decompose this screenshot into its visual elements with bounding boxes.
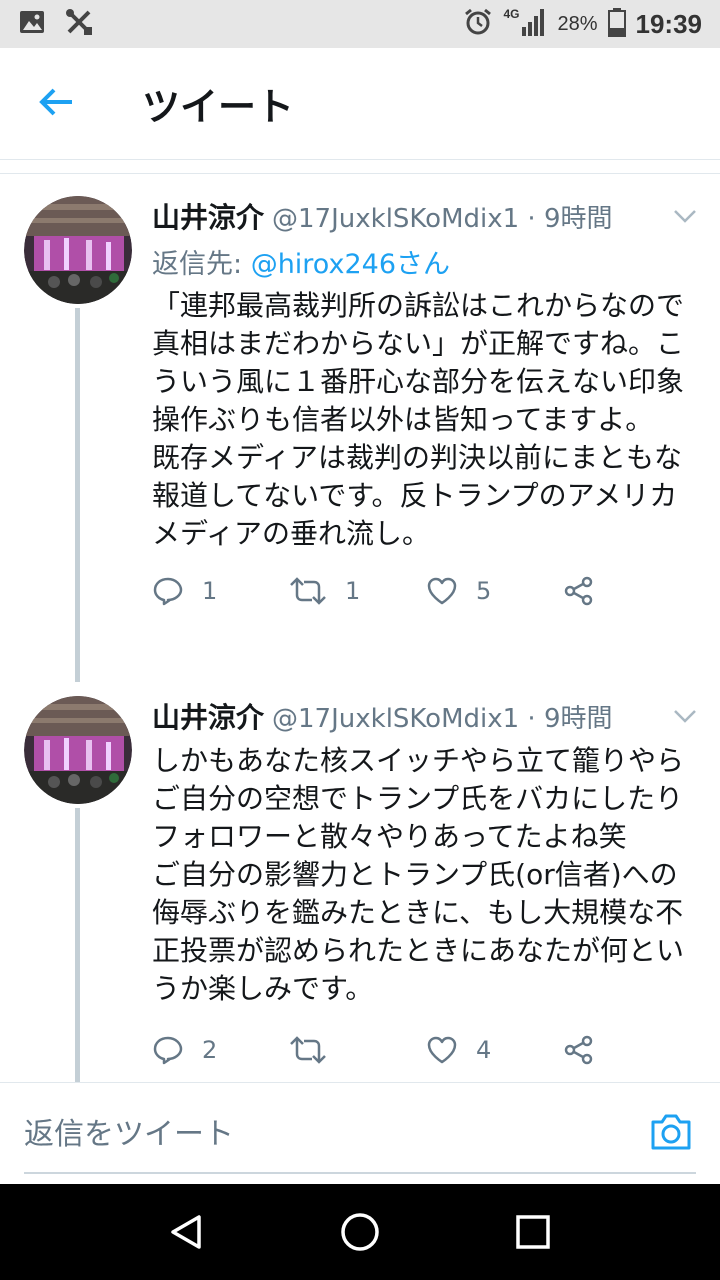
network-type: 4G xyxy=(503,7,520,21)
tweet-actions: 2 4 xyxy=(152,1020,700,1080)
like-count: 5 xyxy=(476,577,492,605)
battery-icon xyxy=(607,7,626,41)
status-left-icons xyxy=(18,7,94,41)
retweet-count: 1 xyxy=(345,577,361,605)
reply-input[interactable]: 返信をツイート xyxy=(24,1101,624,1161)
nav-home-button[interactable] xyxy=(330,1202,390,1262)
tweet-actions: 1 1 5 xyxy=(152,561,700,621)
back-triangle-icon xyxy=(170,1215,201,1249)
reply-to-prefix: 返信先: xyxy=(152,249,251,280)
share-button[interactable] xyxy=(563,1035,700,1065)
image-icon xyxy=(18,8,46,40)
like-count: 4 xyxy=(476,1036,492,1064)
page-title: ツイート xyxy=(142,85,295,129)
retweet-button[interactable]: 1 xyxy=(289,577,426,605)
recents-square-icon xyxy=(516,1215,551,1249)
signal-icon xyxy=(521,7,547,41)
reply-to-user[interactable]: @hirox246さん xyxy=(251,249,450,280)
avatar-column xyxy=(24,196,132,304)
nav-recents-button[interactable] xyxy=(503,1202,563,1262)
reply-count: 2 xyxy=(202,1036,218,1064)
avatar[interactable] xyxy=(24,196,132,304)
tweet-body: 山井涼介 @17JuxklSKoMdix1 · 9時間 返信先: @hirox2… xyxy=(152,196,700,621)
alarm-icon xyxy=(463,7,493,41)
tweet-text: 「連邦最高裁判所の訴訟はこれからなので真相はまだわからない」が正解ですね。こうい… xyxy=(152,289,685,550)
tweet-header: 山井涼介 @17JuxklSKoMdix1 · 9時間 xyxy=(152,696,700,736)
tweet-header: 山井涼介 @17JuxklSKoMdix1 · 9時間 xyxy=(152,196,700,236)
chevron-down-icon[interactable] xyxy=(670,701,700,731)
input-underline xyxy=(24,1172,696,1174)
avatar[interactable] xyxy=(24,696,132,804)
thread-connector xyxy=(75,808,80,1082)
author-name[interactable]: 山井涼介 xyxy=(152,696,264,736)
avatar-column xyxy=(24,696,132,804)
chevron-down-icon[interactable] xyxy=(670,201,700,231)
reply-icon xyxy=(153,577,183,606)
reply-button[interactable]: 1 xyxy=(152,576,289,606)
app-header: ツイート xyxy=(0,48,720,160)
tweet[interactable]: 山井涼介 @17JuxklSKoMdix1 · 9時間 返信先: @hirox2… xyxy=(0,174,720,682)
home-circle-icon xyxy=(341,1213,379,1251)
system-nav-bar xyxy=(0,1184,720,1280)
reply-icon xyxy=(153,1036,183,1065)
author-handle: @17JuxklSKoMdix1 · 9時間 xyxy=(272,703,613,734)
reply-button[interactable]: 2 xyxy=(152,1035,289,1065)
battery-percent: 28% xyxy=(557,12,598,35)
share-button[interactable] xyxy=(563,576,700,606)
camera-button[interactable] xyxy=(648,1109,694,1155)
tweet-text: しかもあなた核スイッチやら立て籠りやらご自分の空想でトランプ氏をバカにしたりフォ… xyxy=(152,744,685,1005)
like-button[interactable]: 5 xyxy=(426,576,563,606)
thread-connector xyxy=(75,308,80,682)
author-name[interactable]: 山井涼介 xyxy=(152,196,264,236)
arrow-left-icon xyxy=(36,82,76,126)
retweet-icon xyxy=(290,1036,326,1064)
clock: 19:39 xyxy=(635,8,703,39)
tweet[interactable]: 山井涼介 @17JuxklSKoMdix1 · 9時間 しかもあなた核スイッチや… xyxy=(0,682,720,1082)
camera-icon xyxy=(651,1114,691,1150)
status-right-icons: 4G 28% 19:39 xyxy=(463,7,702,41)
like-icon xyxy=(427,1036,457,1064)
retweet-icon xyxy=(290,577,326,605)
back-button[interactable] xyxy=(16,64,96,144)
author-handle: @17JuxklSKoMdix1 · 9時間 xyxy=(272,203,613,234)
share-icon xyxy=(564,576,593,606)
tweet-body: 山井涼介 @17JuxklSKoMdix1 · 9時間 しかもあなた核スイッチや… xyxy=(152,696,700,1080)
tweet-thread: 山井涼介 @17JuxklSKoMdix1 · 9時間 返信先: @hirox2… xyxy=(0,174,720,1082)
like-button[interactable]: 4 xyxy=(426,1035,563,1065)
reply-to: 返信先: @hirox246さん xyxy=(152,242,700,281)
like-icon xyxy=(427,577,457,605)
retweet-button[interactable] xyxy=(289,1036,426,1064)
status-bar: 4G 28% 19:39 xyxy=(0,0,720,48)
reply-count: 1 xyxy=(202,577,218,605)
nav-back-button[interactable] xyxy=(157,1202,217,1262)
share-icon xyxy=(564,1035,593,1065)
reply-composer: 返信をツイート xyxy=(0,1082,720,1184)
tools-icon xyxy=(64,7,94,41)
